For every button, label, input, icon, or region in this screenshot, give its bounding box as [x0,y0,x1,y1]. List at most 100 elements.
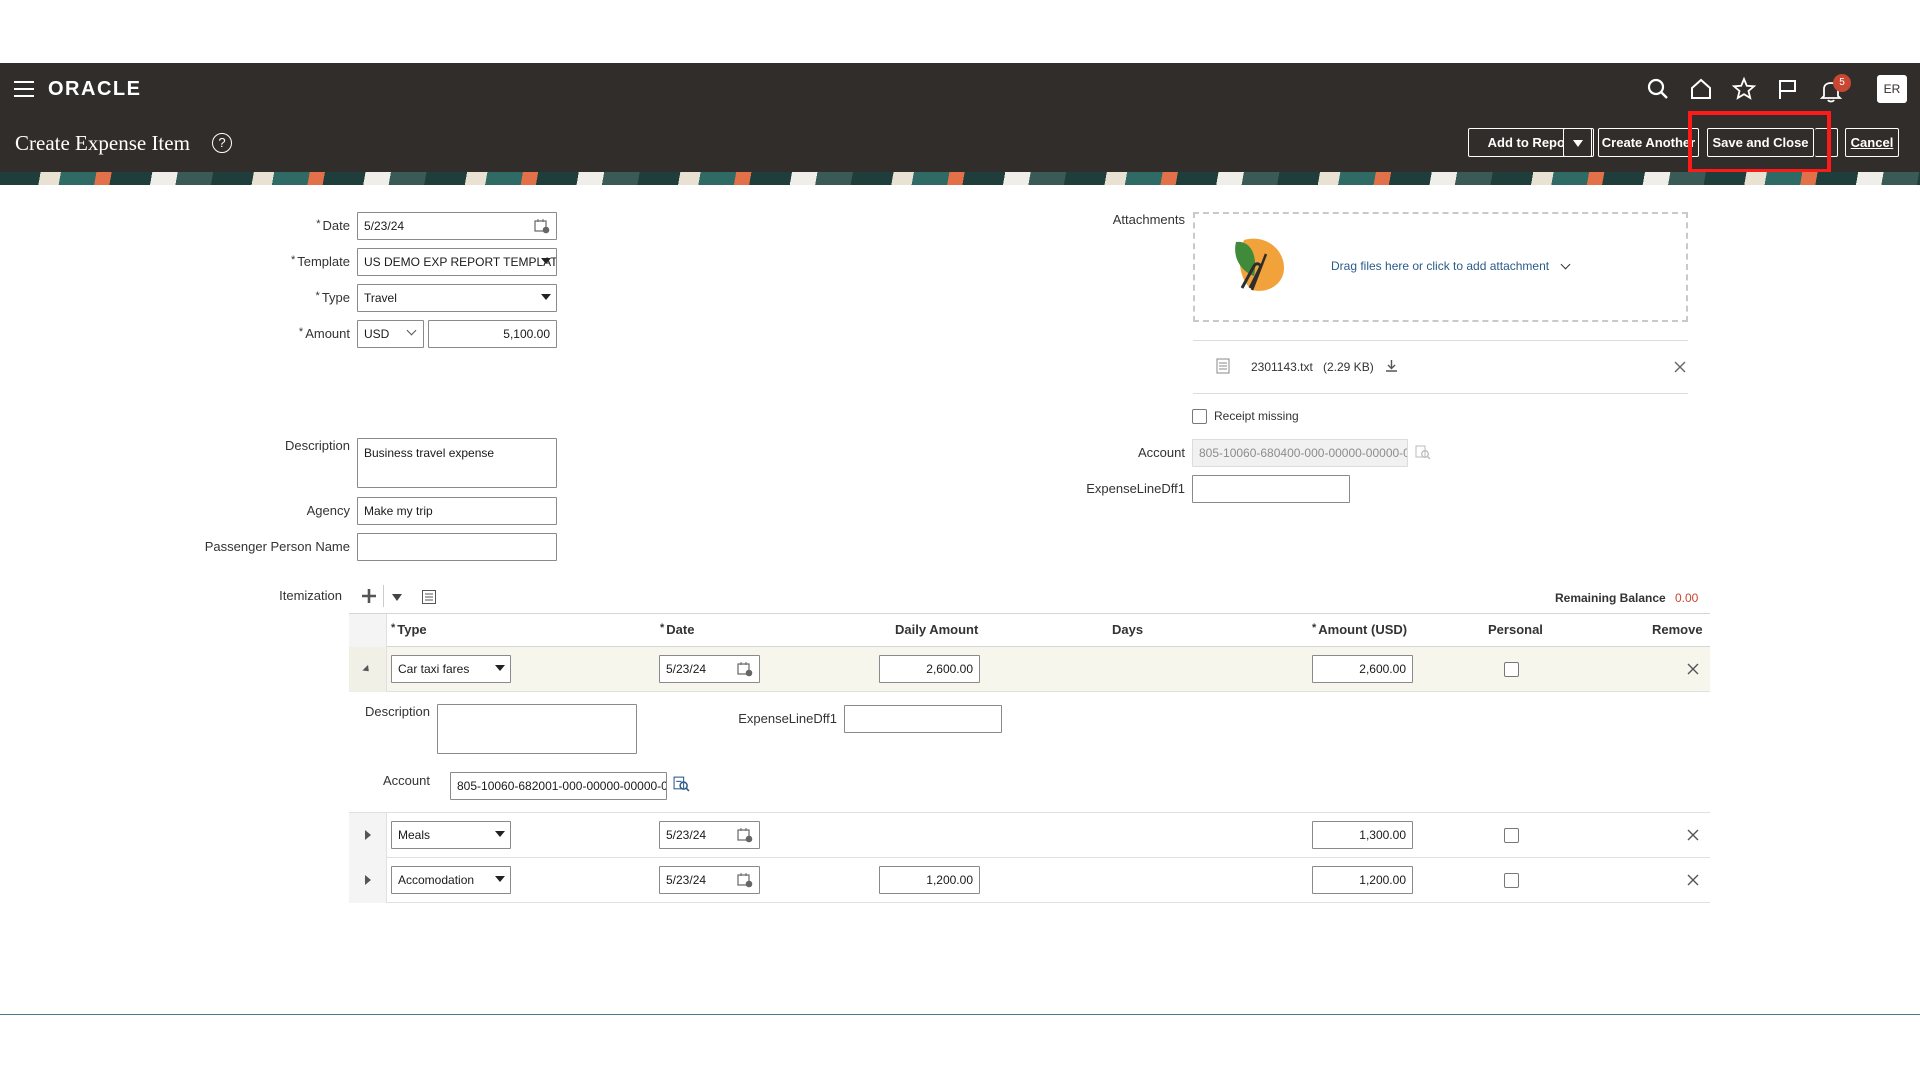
close-icon[interactable] [1673,360,1687,374]
cancel-button[interactable]: Cancel [1845,128,1899,157]
divider [1193,393,1688,394]
detail-account-label: Account [383,773,430,788]
date-input[interactable]: 5/23/24 [357,212,557,240]
home-icon[interactable] [1688,76,1714,102]
row-type-select[interactable]: Car taxi fares [391,655,511,683]
download-icon[interactable] [1384,358,1399,373]
col-personal-header: Personal [1488,622,1543,637]
notifications-badge: 5 [1833,74,1851,92]
page-title: Create Expense Item [15,131,190,155]
remove-row-icon[interactable] [1686,662,1700,676]
user-avatar[interactable]: ER [1877,75,1907,103]
page-footer-divider [0,1014,1920,1015]
calendar-icon[interactable] [737,661,753,677]
col-date-header: * Date [660,622,695,637]
agency-label: Agency [306,503,350,518]
divider [1193,340,1688,341]
row-daily-amount-input[interactable]: 2,600.00 [879,655,980,683]
row-personal-checkbox[interactable] [1504,662,1519,677]
agency-input[interactable]: Make my trip [357,497,557,525]
calendar-icon[interactable] [534,218,550,234]
favorites-star-icon[interactable] [1731,76,1757,102]
add-icon[interactable] [361,588,377,604]
chevron-down-icon [406,325,417,336]
itemization-label: Itemization [279,588,342,603]
row-personal-checkbox[interactable] [1504,828,1519,843]
description-textarea[interactable]: Business travel expense [357,438,557,488]
chevron-down-icon [495,831,505,837]
detail-dff-input[interactable] [844,705,1002,733]
dff-input[interactable] [1192,475,1350,503]
col-remove-header: Remove [1652,622,1703,637]
remaining-balance-label: Remaining Balance [1555,591,1666,605]
template-select[interactable]: US DEMO EXP REPORT TEMPLATE [357,248,557,276]
calendar-icon[interactable] [737,872,753,888]
receipt-missing-label: Receipt missing [1214,409,1299,423]
row-amount-input[interactable]: 2,600.00 [1312,655,1413,683]
help-icon[interactable]: ? [212,133,232,153]
decorative-banner [0,172,1920,185]
row-date-input[interactable]: 5/23/24 [659,821,760,849]
description-label: Description [284,438,350,453]
chevron-down-icon [495,665,505,671]
flag-icon[interactable] [1774,76,1800,102]
detail-description-label: Description [364,704,430,719]
file-icon [1216,358,1230,374]
type-label: * Type [315,290,350,305]
chevron-down-icon [541,258,551,264]
global-header [0,63,1920,177]
row-amount-input[interactable]: 1,200.00 [1312,866,1413,894]
amount-input[interactable]: 5,100.00 [428,320,557,348]
list-view-icon[interactable] [421,589,437,605]
col-amount-header: * Amount (USD) [1312,622,1408,637]
col-type-header: * Type [391,622,427,637]
attachment-file-size: (2.29 KB) [1323,360,1374,374]
remaining-balance-value: 0.00 [1675,591,1699,605]
account-search-icon[interactable] [673,775,690,792]
create-another-button[interactable]: Create Another [1598,128,1699,157]
search-icon[interactable] [1645,76,1671,102]
amount-label: * Amount [298,326,350,341]
detail-description-textarea[interactable] [437,704,637,754]
add-attachment-link[interactable]: Drag files here or click to add attachme… [1331,259,1549,273]
remove-row-icon[interactable] [1686,828,1700,842]
passenger-label: Passenger Person Name [204,539,350,554]
toolbar-separator [383,585,384,607]
chevron-down-icon [495,876,505,882]
attachments-label: Attachments [1112,212,1185,227]
row-date-input[interactable]: 5/23/24 [659,866,760,894]
row-amount-input[interactable]: 1,300.00 [1312,821,1413,849]
brand-logo[interactable]: ORACLE [48,78,141,101]
account-label: Account [1138,445,1185,460]
expand-row-icon[interactable] [365,875,371,885]
attachment-leaf-icon [1235,238,1284,291]
row-type-select[interactable]: Accomodation [391,866,511,894]
gutter-header [349,614,387,647]
calendar-icon[interactable] [737,827,753,843]
row-daily-amount-input[interactable]: 1,200.00 [879,866,980,894]
chevron-down-icon[interactable] [392,594,402,601]
highlight-annotation [1688,111,1831,173]
receipt-missing-checkbox[interactable] [1192,409,1207,424]
row-type-select[interactable]: Meals [391,821,511,849]
currency-select[interactable]: USD [357,320,424,348]
expand-row-icon[interactable] [365,830,371,840]
detail-dff-label: ExpenseLineDff1 [738,711,837,726]
menu-icon[interactable] [14,81,34,97]
account-search-icon [1415,445,1431,460]
detail-account-input[interactable]: 805-10060-682001-000-00000-00000-0 [450,772,667,800]
remove-row-icon[interactable] [1686,873,1700,887]
type-select[interactable]: Travel [357,284,557,312]
dff-label: ExpenseLineDff1 [1086,481,1185,496]
template-label: * Template [290,254,350,269]
row-date-input[interactable]: 5/23/24 [659,655,760,683]
add-to-report-menu-button[interactable] [1563,128,1592,157]
date-label: * Date [316,218,350,233]
passenger-input[interactable] [357,533,557,561]
col-daily-amount-header: Daily Amount [895,622,979,637]
row-personal-checkbox[interactable] [1504,873,1519,888]
account-input: 805-10060-680400-000-00000-00000-0 [1192,439,1408,467]
chevron-down-icon [541,294,551,300]
attachment-file-name[interactable]: 2301143.txt [1251,360,1313,374]
col-days-header: Days [1112,622,1144,637]
